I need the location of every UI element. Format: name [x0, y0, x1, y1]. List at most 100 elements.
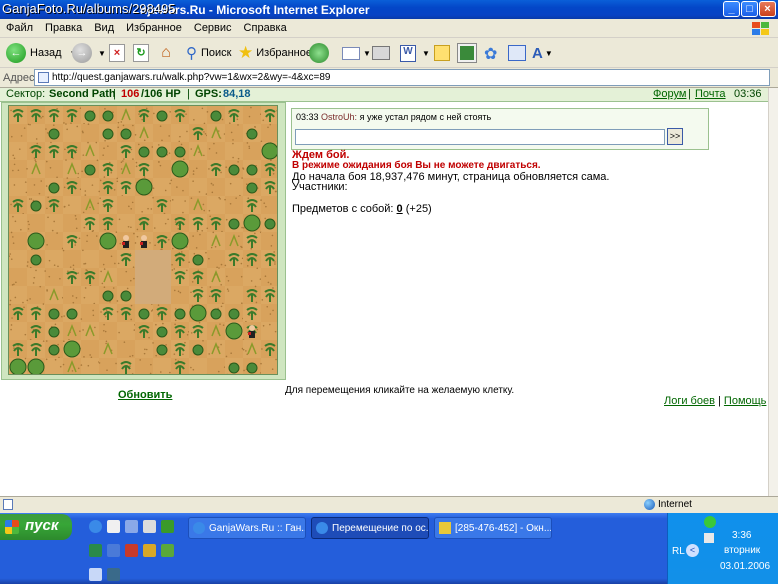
discuss-button[interactable]	[434, 41, 450, 65]
map-cell[interactable]	[117, 268, 135, 286]
map-cell[interactable]	[153, 178, 171, 196]
map-cell[interactable]	[81, 178, 99, 196]
map-cell[interactable]	[153, 124, 171, 142]
help-link[interactable]: Помощь	[724, 395, 767, 407]
map-cell[interactable]	[225, 196, 243, 214]
map-cell[interactable]	[9, 142, 27, 160]
map-cell[interactable]	[171, 124, 189, 142]
messenger-button[interactable]	[457, 41, 477, 65]
battle-logs-link[interactable]: Логи боев	[664, 395, 715, 407]
app-icon[interactable]	[89, 544, 102, 557]
map-cell[interactable]	[27, 286, 45, 304]
chat-input[interactable]	[295, 129, 665, 145]
map-cell[interactable]	[63, 214, 81, 232]
map-cell[interactable]	[171, 178, 189, 196]
path-cell[interactable]	[153, 286, 171, 304]
map-cell[interactable]	[9, 286, 27, 304]
map-cell[interactable]	[9, 178, 27, 196]
map-cell[interactable]	[225, 178, 243, 196]
edit-button[interactable]: W ▼	[400, 41, 430, 65]
items-count-link[interactable]: 0	[397, 203, 403, 215]
flag-icon[interactable]	[125, 544, 138, 557]
map-cell[interactable]	[135, 196, 153, 214]
app-icon[interactable]	[107, 568, 120, 581]
map-cell[interactable]	[261, 124, 278, 142]
chevron-left-icon[interactable]: <	[686, 544, 699, 557]
map-cell[interactable]	[153, 160, 171, 178]
map-cell[interactable]	[189, 178, 207, 196]
map-cell[interactable]	[171, 286, 189, 304]
icq-tray-icon[interactable]	[704, 516, 716, 528]
menu-file[interactable]: Файл	[0, 19, 39, 34]
task-ganjawars[interactable]: GanjaWars.Ru :: Ган...	[188, 517, 306, 539]
map-cell[interactable]	[9, 214, 27, 232]
map-cell[interactable]	[63, 250, 81, 268]
icq-button[interactable]: ✿	[484, 41, 502, 65]
path-cell[interactable]	[135, 286, 153, 304]
path-cell[interactable]	[153, 268, 171, 286]
map-cell[interactable]	[117, 214, 135, 232]
map-cell[interactable]	[99, 358, 117, 375]
map-cell[interactable]	[243, 142, 261, 160]
ie-icon[interactable]	[89, 520, 102, 533]
map-cell[interactable]	[9, 124, 27, 142]
map-cell[interactable]	[81, 232, 99, 250]
map-cell[interactable]	[243, 268, 261, 286]
leaf-icon[interactable]	[161, 520, 174, 533]
task-movement[interactable]: Перемещение по ос...	[311, 517, 429, 539]
app-icon[interactable]	[143, 544, 156, 557]
path-cell[interactable]	[153, 250, 171, 268]
map-cell[interactable]	[153, 358, 171, 375]
window-button[interactable]	[508, 41, 526, 65]
map-cell[interactable]	[189, 232, 207, 250]
map-cell[interactable]	[27, 214, 45, 232]
menu-edit[interactable]: Правка	[39, 19, 88, 34]
map-cell[interactable]	[63, 124, 81, 142]
search-button[interactable]: ⚲ Поиск	[186, 41, 231, 65]
map-cell[interactable]	[9, 160, 27, 178]
map-cell[interactable]	[261, 196, 278, 214]
close-button[interactable]: ×	[759, 1, 776, 17]
desktop-icon[interactable]	[107, 520, 120, 533]
vertical-scrollbar[interactable]	[768, 88, 778, 496]
map-cell[interactable]	[225, 124, 243, 142]
map-cell[interactable]	[135, 358, 153, 375]
map-cell[interactable]	[81, 124, 99, 142]
map-cell[interactable]	[81, 286, 99, 304]
refresh-link[interactable]: Обновить	[118, 389, 172, 401]
forward-button[interactable]: → ▼	[72, 41, 106, 65]
map-cell[interactable]	[207, 358, 225, 375]
map-cell[interactable]	[207, 142, 225, 160]
map-cell[interactable]	[45, 268, 63, 286]
map-cell[interactable]	[81, 304, 99, 322]
mail-button[interactable]: ▼	[342, 41, 371, 65]
map-cell[interactable]	[261, 232, 278, 250]
map-cell[interactable]	[81, 358, 99, 375]
map-tiles[interactable]	[9, 106, 278, 375]
map-cell[interactable]	[261, 268, 278, 286]
menu-view[interactable]: Вид	[88, 19, 120, 34]
map-cell[interactable]	[189, 358, 207, 375]
map-cell[interactable]	[27, 178, 45, 196]
favorites-button[interactable]: ★ Избранное	[238, 41, 312, 65]
path-cell[interactable]	[135, 268, 153, 286]
map-cell[interactable]	[9, 232, 27, 250]
menu-tools[interactable]: Сервис	[188, 19, 238, 34]
menu-help[interactable]: Справка	[238, 19, 293, 34]
map-cell[interactable]	[171, 196, 189, 214]
map-cell[interactable]	[207, 178, 225, 196]
maximize-button[interactable]: □	[741, 1, 758, 17]
map-cell[interactable]	[63, 286, 81, 304]
media-icon[interactable]	[125, 520, 138, 533]
refresh-button[interactable]: ↻	[133, 41, 149, 65]
map-cell[interactable]	[63, 196, 81, 214]
map-cell[interactable]	[225, 142, 243, 160]
start-button[interactable]: пуск	[0, 514, 72, 540]
back-button[interactable]: ← Назад ▼	[6, 41, 77, 65]
map-cell[interactable]	[261, 304, 278, 322]
app-icon[interactable]	[89, 568, 102, 581]
map-cell[interactable]	[9, 268, 27, 286]
map-cell[interactable]	[225, 340, 243, 358]
font-button[interactable]: A ▼	[532, 41, 553, 65]
forum-link[interactable]: Форум	[653, 88, 686, 100]
